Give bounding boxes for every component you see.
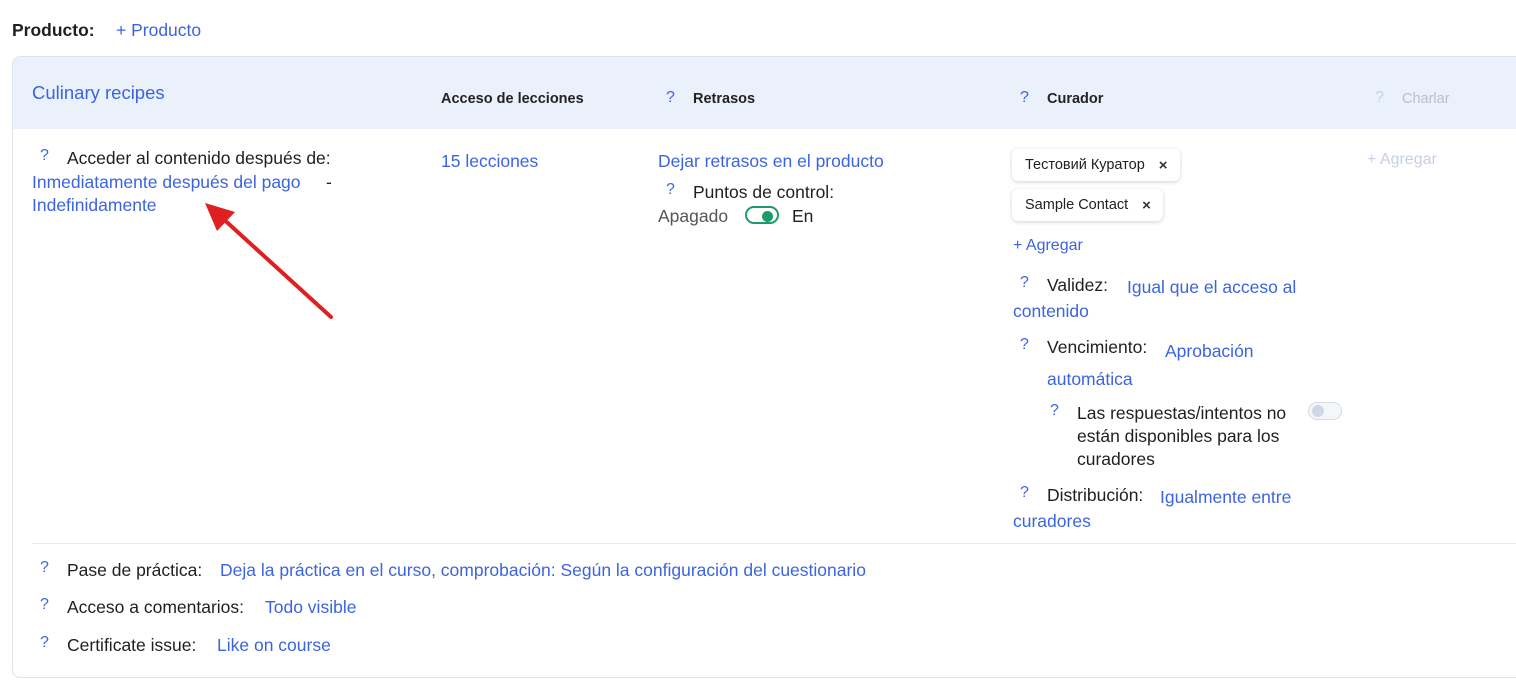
curator-chip-name: Тестовий Куратор	[1025, 157, 1145, 173]
help-icon[interactable]: ?	[666, 181, 675, 199]
certificate-label: Certificate issue:	[67, 635, 197, 655]
header-lesson-access: Acceso de lecciones	[441, 91, 584, 107]
checkpoints-on-label: En	[792, 206, 814, 226]
help-icon[interactable]: ?	[1050, 402, 1059, 420]
delays-link[interactable]: Dejar retrasos en el producto	[658, 151, 884, 172]
expiry-value-link[interactable]: Aprobación automática	[1047, 337, 1277, 393]
access-start-link[interactable]: Inmediatamente después del pago	[32, 172, 301, 193]
header-curator: Curador	[1047, 91, 1104, 107]
access-end-link[interactable]: Indefinidamente	[32, 195, 157, 216]
product-label: Producto:	[12, 20, 95, 40]
checkpoints-label: Puntos de control:	[693, 182, 835, 202]
validity-value-link[interactable]: Igual que el acceso al contenido	[1013, 275, 1313, 323]
card-header	[13, 57, 1516, 129]
curator-chip: Тестовий Куратор ×	[1012, 149, 1180, 181]
practice-value-link[interactable]: Deja la práctica en el curso, comprobaci…	[220, 560, 866, 581]
annotation-arrow-icon	[205, 203, 333, 319]
comments-value-link[interactable]: Todo visible	[265, 597, 356, 618]
help-icon[interactable]: ?	[1375, 89, 1384, 107]
distribution-value-link[interactable]: Igualmente entre curadores	[1013, 485, 1313, 533]
certificate-value-link[interactable]: Like on course	[217, 635, 331, 656]
help-icon[interactable]: ?	[40, 559, 49, 577]
remove-icon[interactable]: ×	[1142, 197, 1151, 214]
answers-label: Las respuestas/intentos no están disponi…	[1077, 403, 1287, 469]
add-chat-link[interactable]: + Agregar	[1367, 151, 1437, 169]
answers-toggle[interactable]	[1308, 402, 1342, 420]
add-curator-link[interactable]: + Agregar	[1013, 237, 1083, 255]
help-icon[interactable]: ?	[40, 596, 49, 614]
header-delays: Retrasos	[693, 91, 756, 107]
help-icon[interactable]: ?	[1020, 336, 1029, 354]
section-divider	[32, 543, 1516, 544]
checkpoints-off-label: Apagado	[658, 206, 729, 226]
checkpoints-toggle[interactable]	[745, 206, 779, 224]
access-separator: -	[326, 172, 332, 192]
help-icon[interactable]: ?	[666, 89, 675, 107]
practice-label: Pase de práctica:	[67, 560, 203, 580]
help-icon[interactable]: ?	[40, 147, 49, 165]
help-icon[interactable]: ?	[40, 634, 49, 652]
lessons-link[interactable]: 15 lecciones	[441, 151, 538, 172]
add-product-link[interactable]: + Producto	[116, 20, 201, 41]
access-label: Acceder al contenido después de:	[67, 148, 331, 168]
remove-icon[interactable]: ×	[1159, 157, 1168, 174]
header-chat: Charlar	[1402, 91, 1450, 107]
curator-chip-name: Sample Contact	[1025, 197, 1129, 213]
help-icon[interactable]: ?	[1020, 89, 1029, 107]
comments-label: Acceso a comentarios:	[67, 597, 245, 617]
course-title: Culinary recipes	[32, 82, 165, 103]
curator-chip: Sample Contact ×	[1012, 189, 1163, 221]
